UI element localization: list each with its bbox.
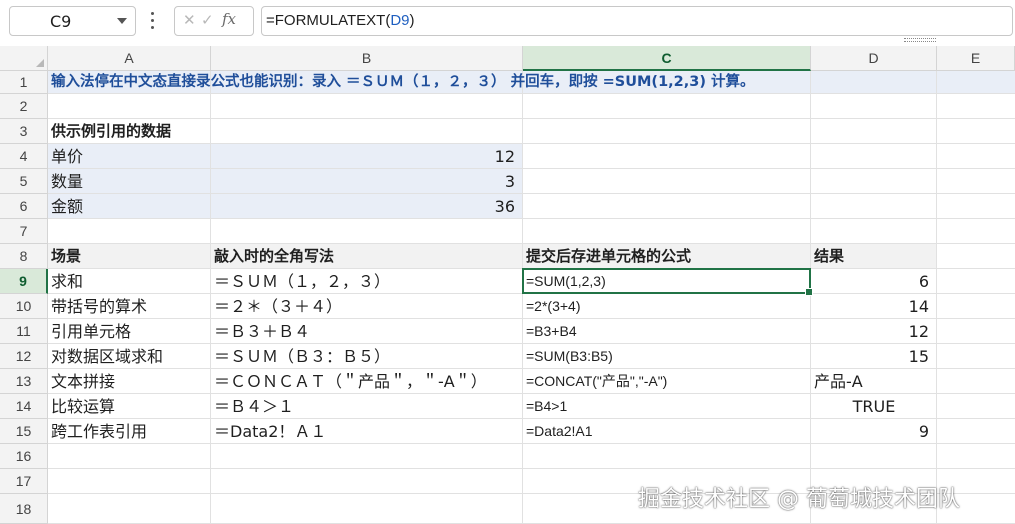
- cell-d11[interactable]: 12: [811, 319, 937, 344]
- row-header-2[interactable]: 2: [0, 94, 48, 119]
- cancel-icon[interactable]: ✕: [183, 11, 196, 29]
- watermark: 掘金技术社区 @ 葡萄城技术团队: [638, 487, 960, 512]
- cell-c14[interactable]: =B4>1: [523, 394, 567, 419]
- cell-b9[interactable]: ＝ＳＵＭ（１，２，３）: [211, 269, 390, 294]
- cell-c13[interactable]: =CONCAT("产品","-A"): [523, 369, 667, 394]
- cell-a4[interactable]: 单价: [48, 144, 83, 169]
- formula-text-prefix: =FORMULATEXT(: [266, 12, 391, 29]
- cell-c12[interactable]: =SUM(B3:B5): [523, 344, 613, 369]
- row-header-10[interactable]: 10: [0, 294, 48, 319]
- cell-c8[interactable]: 提交后存进单元格的公式: [523, 244, 691, 269]
- row-header-8[interactable]: 8: [0, 244, 48, 269]
- cell-a10[interactable]: 带括号的算术: [48, 294, 147, 319]
- enter-icon[interactable]: ✓: [201, 11, 214, 29]
- gridline: [48, 218, 1015, 219]
- gridline: [48, 143, 1015, 144]
- gridline: [48, 193, 1015, 194]
- formula-text-reference: D9: [390, 12, 410, 29]
- cell-a9[interactable]: 求和: [48, 269, 83, 294]
- cell-a13[interactable]: 文本拼接: [48, 369, 115, 394]
- cell-b6[interactable]: 36: [211, 194, 523, 219]
- cell-b10[interactable]: ＝２＊（３＋４）: [211, 294, 342, 319]
- more-options-icon[interactable]: [149, 12, 155, 32]
- cell-a1[interactable]: 输入法停在中文态直接录公式也能识别：录入 ＝ＳＵＭ（１，２，３） 并回车，即按 …: [48, 71, 755, 94]
- row-header-15[interactable]: 15: [0, 419, 48, 444]
- cell-a8[interactable]: 场景: [48, 244, 81, 269]
- column-header-c[interactable]: C: [523, 46, 811, 71]
- formula-text-suffix: ): [409, 12, 415, 29]
- row-header-9[interactable]: 9: [0, 269, 48, 294]
- cell-b15[interactable]: ＝Data2！Ａ１: [211, 419, 326, 444]
- row-header-13[interactable]: 13: [0, 369, 48, 394]
- column-header-a[interactable]: A: [48, 46, 211, 71]
- cell-a15[interactable]: 跨工作表引用: [48, 419, 147, 444]
- gridline: [48, 118, 1015, 119]
- select-all-corner[interactable]: [0, 46, 48, 71]
- name-box-value: C9: [50, 12, 72, 31]
- cell-a12[interactable]: 对数据区域求和: [48, 344, 163, 369]
- cell-c10[interactable]: =2*(3+4): [523, 294, 580, 319]
- row-header-6[interactable]: 6: [0, 194, 48, 219]
- cell-a6[interactable]: 金额: [48, 194, 83, 219]
- cell-b11[interactable]: ＝Ｂ３＋Ｂ４: [211, 319, 310, 344]
- cell-a14[interactable]: 比较运算: [48, 394, 115, 419]
- cell-d12[interactable]: 15: [811, 344, 937, 369]
- gridline: [48, 468, 1015, 469]
- insert-function-icon[interactable]: fx: [222, 10, 236, 28]
- column-header-b[interactable]: B: [211, 46, 523, 71]
- row-header-16[interactable]: 16: [0, 444, 48, 469]
- row-header-17[interactable]: 17: [0, 469, 48, 494]
- cell-b14[interactable]: ＝Ｂ４＞１: [211, 394, 294, 419]
- chevron-down-icon[interactable]: [117, 18, 127, 24]
- cell-b12[interactable]: ＝ＳＵＭ（Ｂ３：Ｂ５）: [211, 344, 390, 369]
- formula-bar: C9 ✕ ✓ fx =FORMULATEXT(D9): [0, 0, 1015, 44]
- cell-d13[interactable]: 产品-A: [811, 369, 863, 394]
- cell-c11[interactable]: =B3+B4: [523, 319, 577, 344]
- formula-bar-resize-handle[interactable]: [904, 38, 936, 42]
- cell-a3[interactable]: 供示例引用的数据: [48, 119, 171, 144]
- cell-b13[interactable]: ＝ＣＯＮＣＡＴ（＂产品＂，＂-A＂）: [211, 369, 487, 394]
- cell-d9[interactable]: 6: [811, 269, 937, 294]
- cell-a11[interactable]: 引用单元格: [48, 319, 131, 344]
- cell-a5[interactable]: 数量: [48, 169, 83, 194]
- cell-d10[interactable]: 14: [811, 294, 937, 319]
- row-header-7[interactable]: 7: [0, 219, 48, 244]
- cell-d15[interactable]: 9: [811, 419, 937, 444]
- row-header-14[interactable]: 14: [0, 394, 48, 419]
- cell-b5[interactable]: 3: [211, 169, 523, 194]
- gridline: [48, 168, 1015, 169]
- spreadsheet-grid: A B C D E 1 2 3 4 5 6 7 8 9 10 11 12 13 14 15 16 17 18 输入法停在中文态…: [0, 46, 1015, 524]
- cell-fill: [48, 244, 937, 269]
- row-header-5[interactable]: 5: [0, 169, 48, 194]
- formula-text: =FORMULATEXT(D9): [266, 12, 415, 29]
- cell-d8[interactable]: 结果: [811, 244, 844, 269]
- row-header-3[interactable]: 3: [0, 119, 48, 144]
- row-header-18[interactable]: 18: [0, 494, 48, 524]
- row-header-11[interactable]: 11: [0, 319, 48, 344]
- column-header-e[interactable]: E: [937, 46, 1015, 71]
- column-header-d[interactable]: D: [811, 46, 937, 71]
- selected-cell-border: [522, 268, 813, 296]
- row-header-12[interactable]: 12: [0, 344, 48, 369]
- row-header-4[interactable]: 4: [0, 144, 48, 169]
- cell-b4[interactable]: 12: [211, 144, 523, 169]
- formula-controls: ✕ ✓ fx: [174, 6, 254, 36]
- cell-c15[interactable]: =Data2!A1: [523, 419, 593, 444]
- name-box[interactable]: C9: [9, 6, 136, 36]
- formula-input[interactable]: =FORMULATEXT(D9): [261, 6, 1013, 36]
- cell-d14[interactable]: TRUE: [811, 394, 937, 419]
- row-header-1[interactable]: 1: [0, 71, 48, 94]
- cell-b8[interactable]: 敲入时的全角写法: [211, 244, 334, 269]
